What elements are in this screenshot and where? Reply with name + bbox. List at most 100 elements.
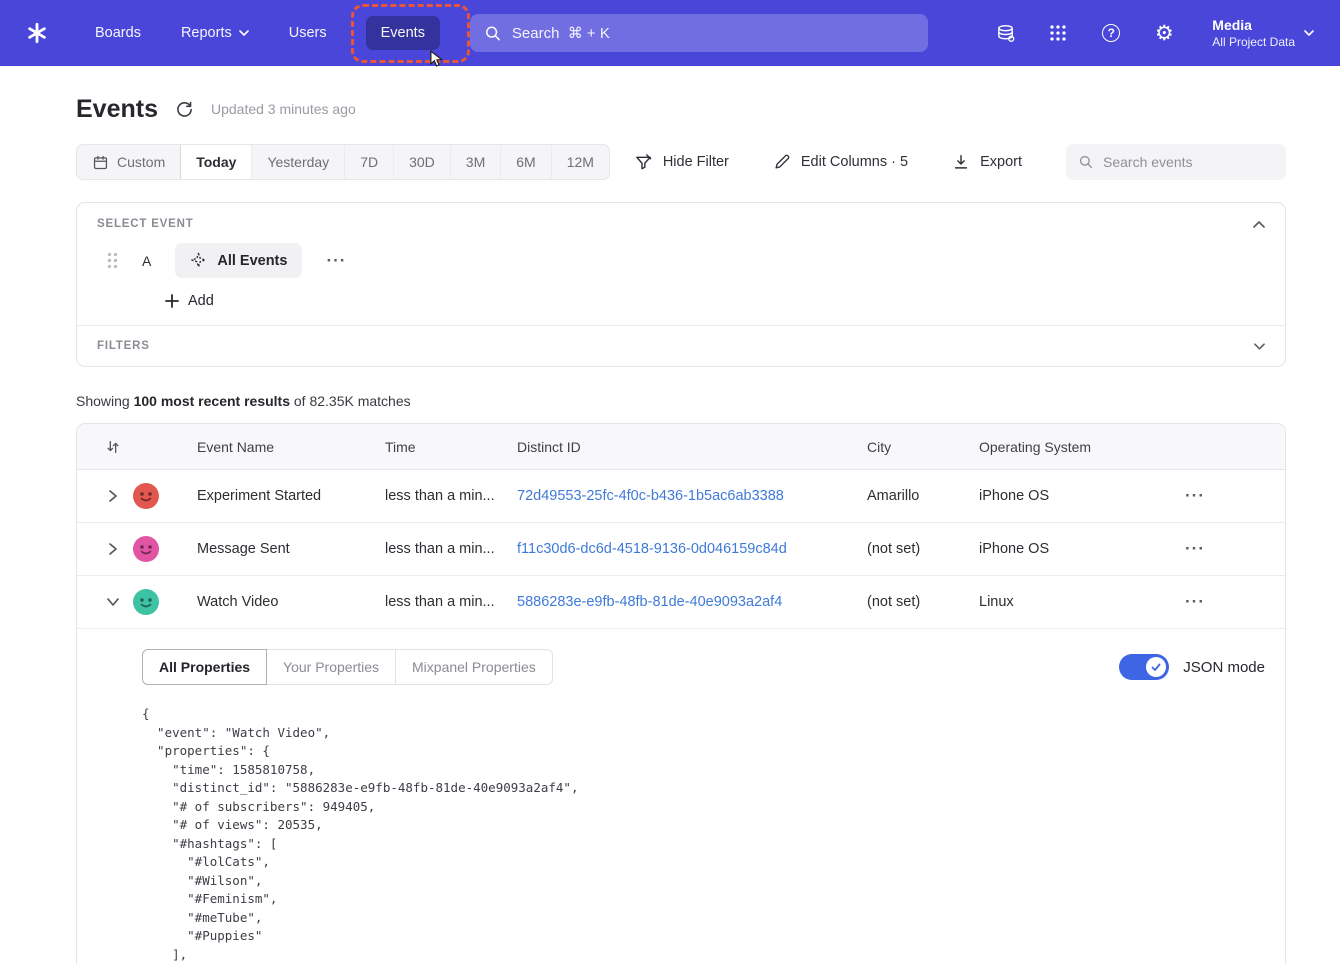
navbar-right: ? ⚙ Media All Project Data — [994, 17, 1314, 49]
range-6m[interactable]: 6M — [500, 145, 550, 179]
range-today[interactable]: Today — [180, 145, 251, 179]
cell-distinct-id[interactable]: f11c30d6-dc6d-4518-9136-0d046159c84d — [517, 541, 867, 557]
cell-distinct-id[interactable]: 72d49553-25fc-4f0c-b436-1b5ac6ab3388 — [517, 488, 867, 504]
chevron-down-icon — [1254, 343, 1265, 350]
nav-boards[interactable]: Boards — [80, 16, 156, 50]
avatar — [133, 536, 159, 562]
add-event-label: Add — [188, 293, 214, 309]
cell-time: less than a min... — [385, 541, 517, 557]
properties-tabs: All Properties Your Properties Mixpanel … — [142, 649, 553, 685]
drag-handle-icon[interactable] — [107, 252, 118, 269]
col-city[interactable]: City — [867, 439, 979, 455]
summary-suffix: of 82.35K matches — [290, 393, 411, 409]
expand-row-button[interactable] — [101, 484, 125, 508]
json-mode-label: JSON mode — [1183, 659, 1265, 676]
help-icon[interactable]: ? — [1100, 22, 1122, 44]
page-title: Events — [76, 95, 158, 124]
data-management-icon[interactable] — [994, 22, 1016, 44]
mixpanel-logo[interactable] — [22, 18, 52, 48]
chevron-down-icon — [1304, 30, 1314, 36]
range-30d[interactable]: 30D — [393, 145, 450, 179]
clause-menu-button[interactable]: ··· — [326, 251, 346, 271]
export-label: Export — [980, 154, 1022, 170]
row-menu-button[interactable]: ··· — [1185, 592, 1285, 612]
check-icon — [1150, 661, 1162, 673]
event-json-view: { "event": "Watch Video", "properties": … — [142, 705, 1265, 964]
avatar-face — [133, 536, 159, 562]
collapse-all-button[interactable] — [101, 435, 125, 459]
date-range-segmented: Custom Today Yesterday 7D 30D 3M 6M 12M — [76, 144, 610, 180]
export-button[interactable]: Export — [952, 153, 1022, 171]
tab-all-properties[interactable]: All Properties — [142, 649, 267, 685]
toolbar-actions: Hide Filter Edit Columns · 5 Export — [634, 144, 1286, 180]
edit-columns-button[interactable]: Edit Columns · 5 — [773, 153, 908, 171]
hide-filter-button[interactable]: Hide Filter — [634, 153, 729, 172]
navbar-search[interactable] — [470, 14, 928, 52]
cell-city: (not set) — [867, 541, 979, 557]
download-icon — [952, 153, 970, 171]
row-detail-panel: All Properties Your Properties Mixpanel … — [77, 629, 1285, 964]
cell-time: less than a min... — [385, 594, 517, 610]
avatar-face — [133, 589, 159, 615]
chevron-up-icon — [1253, 221, 1265, 228]
plus-icon — [165, 294, 179, 308]
col-event-name[interactable]: Event Name — [197, 439, 385, 455]
gear-glyph: ⚙ — [1155, 23, 1174, 44]
nav-reports-label: Reports — [181, 25, 232, 41]
toggle-knob — [1146, 657, 1166, 677]
expand-row-button[interactable] — [101, 537, 125, 561]
summary-prefix: Showing — [76, 393, 134, 409]
search-icon — [1079, 154, 1093, 170]
range-custom[interactable]: Custom — [77, 145, 180, 179]
filters-section[interactable]: FILTERS — [77, 325, 1285, 366]
cell-city: Amarillo — [867, 488, 979, 504]
event-sparkle-icon — [190, 252, 207, 269]
cell-event-name: Experiment Started — [197, 488, 385, 504]
nav-events[interactable]: Events — [366, 16, 440, 50]
search-icon — [485, 25, 501, 42]
col-operating-system[interactable]: Operating System — [979, 439, 1159, 455]
settings-gear-icon[interactable]: ⚙ — [1153, 22, 1175, 44]
event-clause-row: A All Events ··· — [77, 230, 1285, 278]
sort-updown-icon — [105, 439, 121, 455]
search-events-box[interactable] — [1066, 144, 1286, 180]
col-distinct-id[interactable]: Distinct ID — [517, 439, 867, 455]
tab-mixpanel-properties[interactable]: Mixpanel Properties — [395, 649, 553, 685]
event-selector-button[interactable]: All Events — [175, 243, 302, 278]
collapse-row-button[interactable] — [101, 590, 125, 614]
table-row: Experiment Started less than a min... 72… — [77, 470, 1285, 523]
range-7d[interactable]: 7D — [344, 145, 393, 179]
page-header: Events Updated 3 minutes ago — [76, 94, 1286, 124]
nav-reports[interactable]: Reports — [166, 16, 264, 50]
col-time[interactable]: Time — [385, 439, 517, 455]
mixpanel-logo-icon — [24, 20, 50, 46]
apps-grid-icon[interactable] — [1047, 22, 1069, 44]
search-events-input[interactable] — [1103, 154, 1273, 170]
last-updated-text: Updated 3 minutes ago — [211, 101, 356, 117]
range-yesterday[interactable]: Yesterday — [251, 145, 344, 179]
cell-os: iPhone OS — [979, 488, 1159, 504]
cell-os: Linux — [979, 594, 1159, 610]
row-menu-button[interactable]: ··· — [1185, 486, 1285, 506]
navbar-search-input[interactable] — [512, 25, 913, 42]
project-name: Media — [1212, 17, 1295, 33]
collapse-section-button[interactable] — [1253, 221, 1265, 228]
add-event-button[interactable]: Add — [165, 293, 214, 309]
nav-users[interactable]: Users — [274, 16, 342, 50]
top-navbar: Boards Reports Users Events — [0, 0, 1340, 66]
help-question-mark: ? — [1102, 24, 1120, 42]
project-selector[interactable]: Media All Project Data — [1212, 17, 1314, 49]
cell-city: (not set) — [867, 594, 979, 610]
clause-letter: A — [142, 253, 151, 269]
table-header-row: Event Name Time Distinct ID City Operati… — [77, 424, 1285, 470]
range-12m[interactable]: 12M — [551, 145, 609, 179]
avatar-face — [133, 483, 159, 509]
chevron-right-icon — [107, 542, 119, 556]
row-menu-button[interactable]: ··· — [1185, 539, 1285, 559]
refresh-button[interactable] — [176, 101, 193, 118]
json-mode-toggle[interactable] — [1119, 654, 1169, 680]
range-3m[interactable]: 3M — [450, 145, 500, 179]
tab-your-properties[interactable]: Your Properties — [266, 649, 396, 685]
filters-label: FILTERS — [97, 340, 150, 352]
cell-distinct-id[interactable]: 5886283e-e9fb-48fb-81de-40e9093a2af4 — [517, 594, 867, 610]
